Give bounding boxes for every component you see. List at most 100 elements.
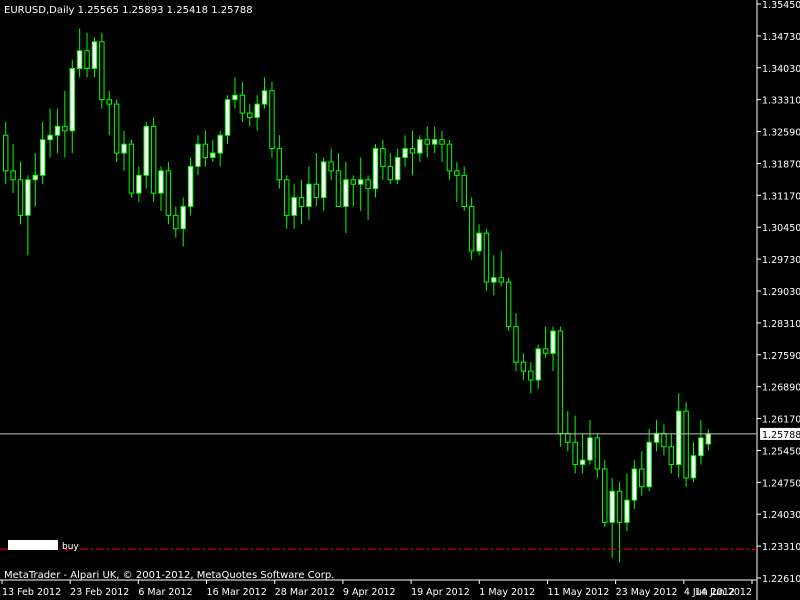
price-tick-label: 1.24030 xyxy=(762,510,800,521)
order-arrow-icon[interactable] xyxy=(8,540,58,550)
candle-body-bear xyxy=(106,99,112,105)
candle-body-bear xyxy=(446,143,453,172)
candle-body-bull xyxy=(698,437,704,457)
candle-body-bull xyxy=(232,94,238,101)
date-tick-label: 11 May 2012 xyxy=(547,587,609,598)
price-tick-label: 1.31870 xyxy=(762,159,800,170)
candle-body-bull xyxy=(624,499,630,523)
candle-body-bear xyxy=(639,468,645,488)
candle-body-bull xyxy=(550,330,556,354)
candle-body-bull xyxy=(76,50,83,70)
candle-body-bull xyxy=(261,90,268,105)
candlestick-chart[interactable]: 1.35450 1.34730 1.34030 1.33310 1.32590 1.318… xyxy=(0,0,800,600)
candle-body-bear xyxy=(439,139,445,145)
candle-body-bull xyxy=(254,103,260,118)
candle-body-bear xyxy=(173,214,179,230)
candle-body-bear xyxy=(528,370,534,381)
price-tick-label: 1.23310 xyxy=(762,542,800,553)
price-tick-label: 1.26170 xyxy=(762,415,800,426)
candle-body-bear xyxy=(565,432,571,443)
candle-body-bear xyxy=(498,277,504,283)
candle-body-bull xyxy=(306,183,312,207)
price-tick-label: 1.31170 xyxy=(762,191,800,202)
candle-body-bear xyxy=(683,410,689,479)
candle-body-bull xyxy=(372,148,379,190)
candle-body-bull xyxy=(187,165,194,207)
candle-body-bear xyxy=(128,143,135,194)
date-tick-label: 1 May 2012 xyxy=(479,587,535,598)
candle-body-bull xyxy=(705,433,712,445)
candle-body-bear xyxy=(513,326,519,363)
candle-body-bear xyxy=(387,165,393,181)
candle-body-bull xyxy=(54,125,61,136)
candle-body-bear xyxy=(298,197,305,207)
date-tick-label: 23 May 2012 xyxy=(616,587,678,598)
candle-body-bull xyxy=(476,232,482,252)
price-tick-label: 1.30450 xyxy=(762,223,800,234)
candle-body-bear xyxy=(2,134,9,172)
price-tick-label: 1.25450 xyxy=(762,446,800,457)
price-tick-label: 1.33310 xyxy=(762,96,800,107)
candle-body-bear xyxy=(313,183,320,199)
candle-body-bear xyxy=(454,170,460,176)
candle-body-bull xyxy=(121,143,127,154)
candle-body-bull xyxy=(676,410,682,466)
candle-body-bear xyxy=(276,148,283,181)
candle-body-bull xyxy=(180,205,186,230)
candle-body-bear xyxy=(150,125,157,194)
candle-body-bull xyxy=(357,179,364,185)
candle-body-bull xyxy=(491,277,497,283)
date-tick-label: 19 Apr 2012 xyxy=(411,587,470,598)
price-tick-label: 1.29730 xyxy=(762,255,800,266)
candle-body-bear xyxy=(616,490,623,523)
price-tick-label: 1.35450 xyxy=(762,0,800,11)
candle-body-bull xyxy=(32,174,38,181)
candle-body-bear xyxy=(239,94,246,114)
candle-body-bear xyxy=(365,179,371,190)
candle-body-bear xyxy=(269,90,275,150)
date-tick-label: 13 Feb 2012 xyxy=(2,587,61,598)
candle-body-bear xyxy=(505,281,512,328)
candle-body-bear xyxy=(84,50,90,70)
candle-body-bear xyxy=(661,432,667,448)
candle-body-bear xyxy=(424,139,430,145)
candle-body-bull xyxy=(143,125,149,176)
candle-body-bear xyxy=(461,174,467,207)
price-tick-label: 1.34030 xyxy=(762,64,800,75)
candle-body-bull xyxy=(39,139,46,176)
candle-body-bear xyxy=(483,232,490,283)
candle-body-bear xyxy=(409,148,416,154)
candle-body-bear xyxy=(99,41,105,101)
symbol-info: EURUSD,Daily 1.25565 1.25893 1.25418 1.2… xyxy=(4,5,253,16)
candle-body-bull xyxy=(579,459,586,466)
current-price-label: 1.25788 xyxy=(762,430,800,441)
candle-body-bear xyxy=(247,112,253,118)
candle-body-bear xyxy=(380,148,386,167)
candle-body-bear xyxy=(557,330,564,434)
candle-body-bull xyxy=(210,152,216,159)
candle-body-bull xyxy=(417,139,423,154)
price-tick-label: 1.32590 xyxy=(762,128,800,139)
date-tick-label: 23 Feb 2012 xyxy=(70,587,129,598)
date-tick-label: 14 Jun 2012 xyxy=(695,587,752,598)
candle-body-bull xyxy=(431,139,438,145)
date-tick-label: 6 Mar 2012 xyxy=(138,587,192,598)
candle-body-bull xyxy=(47,134,53,141)
candle-body-bull xyxy=(158,170,164,194)
candle-body-bull xyxy=(321,161,327,199)
candle-body-bear xyxy=(113,103,120,154)
candle-body-bull xyxy=(136,174,142,194)
price-tick-label: 1.24750 xyxy=(762,478,800,489)
date-tick-label: 16 Mar 2012 xyxy=(207,587,267,598)
candle-body-bull xyxy=(195,143,201,167)
price-tick-label: 1.29030 xyxy=(762,287,800,298)
candle-body-bull xyxy=(587,437,593,461)
candle-body-bear xyxy=(668,446,675,466)
price-tick-label: 1.27590 xyxy=(762,351,800,362)
candle-body-bull xyxy=(291,197,297,216)
candle-body-bear xyxy=(572,441,578,466)
price-tick-label: 1.22610 xyxy=(762,574,800,585)
candle-body-bear xyxy=(602,468,608,523)
order-label: buy xyxy=(62,542,79,552)
candle-body-bear xyxy=(202,143,209,159)
